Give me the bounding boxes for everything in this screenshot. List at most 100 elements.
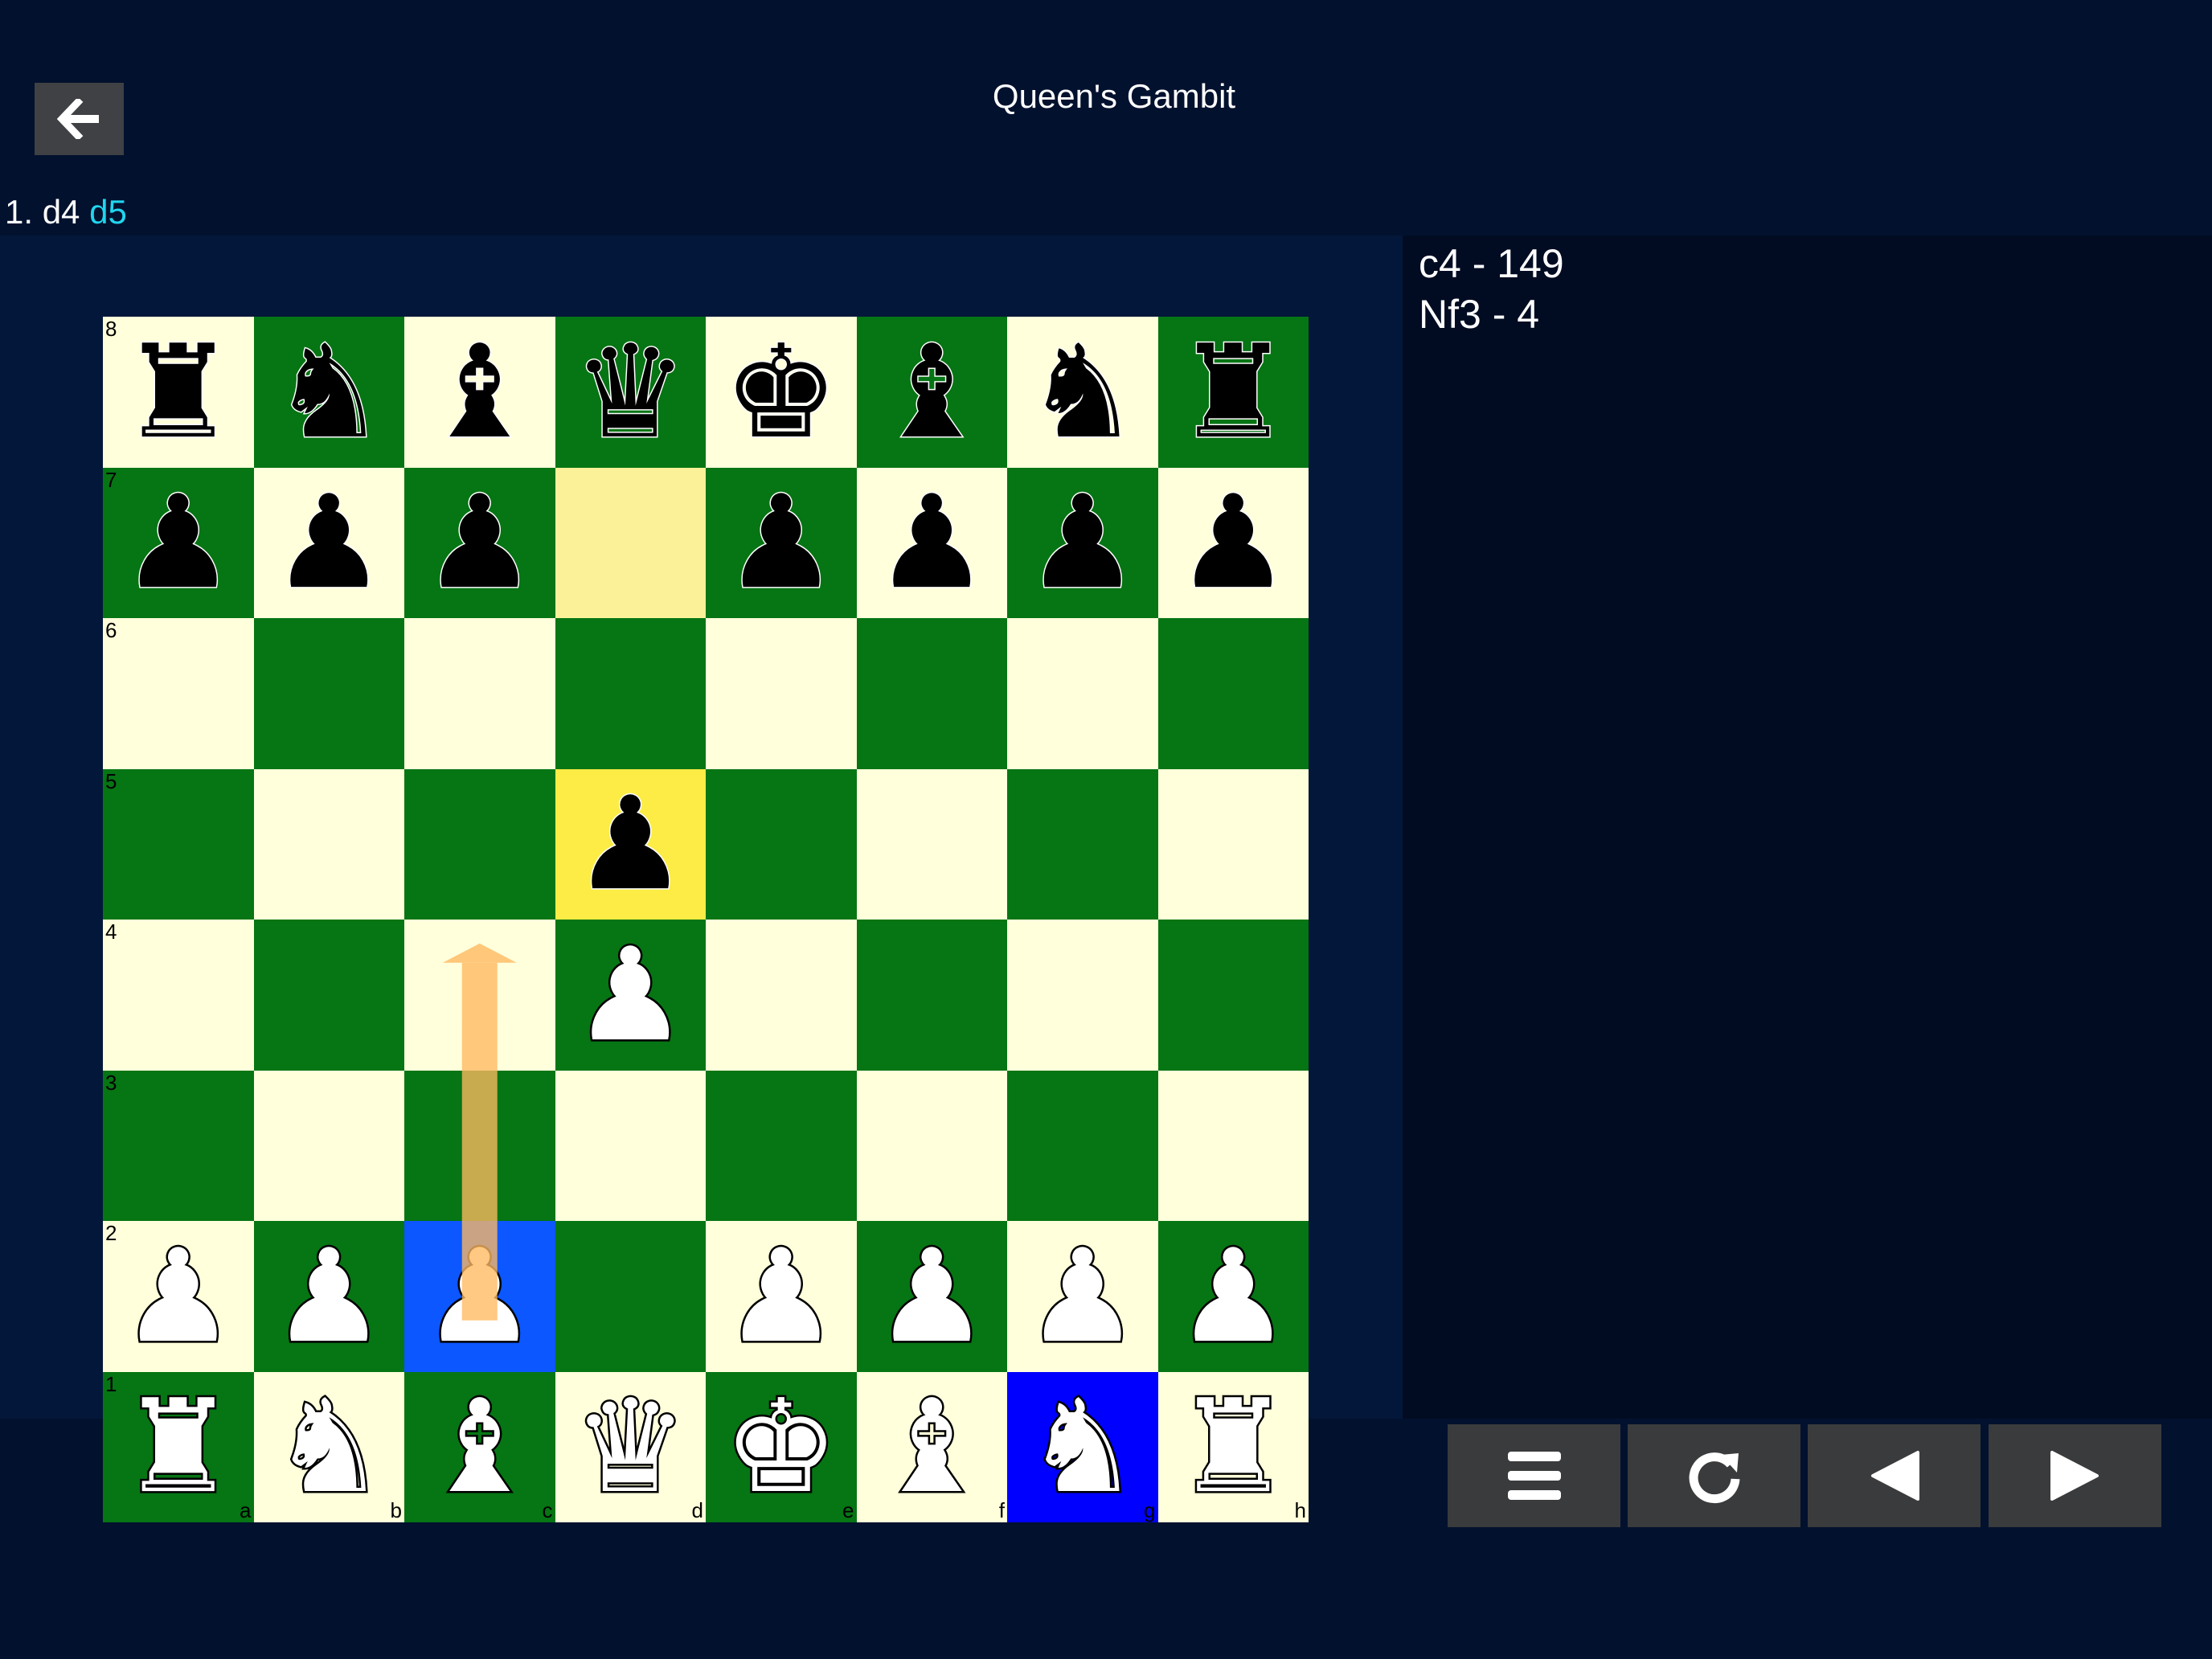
square-c4[interactable]: [404, 920, 555, 1071]
white-pawn-icon[interactable]: ♟: [1007, 1221, 1158, 1372]
black-bishop-icon[interactable]: ♝: [857, 317, 1008, 468]
square-e5[interactable]: [706, 768, 857, 920]
white-queen-icon[interactable]: ♛: [555, 1372, 707, 1523]
black-pawn-icon[interactable]: ♟: [1007, 468, 1158, 619]
square-f1[interactable]: f ♝: [856, 1371, 1008, 1523]
suggestion-item[interactable]: c4 - 149: [1419, 239, 1564, 289]
black-pawn-icon[interactable]: ♟: [1158, 468, 1309, 619]
square-a5[interactable]: 5: [103, 768, 254, 920]
black-pawn-icon[interactable]: ♟: [706, 468, 857, 619]
square-h5[interactable]: [1157, 768, 1309, 920]
square-b3[interactable]: [253, 1070, 404, 1221]
square-f2[interactable]: ♟: [856, 1221, 1008, 1372]
square-e4[interactable]: [706, 920, 857, 1071]
square-a1[interactable]: 1 a ♜: [103, 1371, 254, 1523]
square-e2[interactable]: ♟: [706, 1221, 857, 1372]
black-rook-icon[interactable]: ♜: [1158, 317, 1309, 468]
square-h4[interactable]: [1157, 920, 1309, 1071]
white-pawn-icon[interactable]: ♟: [706, 1221, 857, 1372]
square-g4[interactable]: [1007, 920, 1158, 1071]
white-knight-icon[interactable]: ♞: [1007, 1372, 1158, 1523]
square-d4[interactable]: ♟: [555, 920, 707, 1071]
black-king-icon[interactable]: ♚: [706, 317, 857, 468]
square-b2[interactable]: ♟: [253, 1221, 405, 1372]
square-c6[interactable]: [404, 618, 555, 769]
black-rook-icon[interactable]: ♜: [103, 317, 254, 468]
square-g1[interactable]: g ♞: [1007, 1371, 1158, 1523]
white-bishop-icon[interactable]: ♝: [404, 1372, 555, 1523]
square-b1[interactable]: b ♞: [253, 1371, 405, 1523]
square-d1[interactable]: d ♛: [555, 1371, 707, 1523]
square-c1[interactable]: c ♝: [404, 1371, 555, 1523]
square-c3[interactable]: [404, 1070, 555, 1221]
square-d3[interactable]: [555, 1070, 706, 1221]
white-pawn-icon[interactable]: ♟: [103, 1221, 254, 1372]
square-h7[interactable]: ♟: [1157, 467, 1309, 619]
white-pawn-icon[interactable]: ♟: [1158, 1221, 1309, 1372]
square-c7[interactable]: ♟: [404, 467, 555, 619]
square-f3[interactable]: [856, 1070, 1007, 1221]
white-rook-icon[interactable]: ♜: [1158, 1372, 1309, 1523]
white-bishop-icon[interactable]: ♝: [857, 1372, 1008, 1523]
black-bishop-icon[interactable]: ♝: [404, 317, 555, 468]
square-d8[interactable]: ♛: [555, 317, 707, 468]
black-queen-icon[interactable]: ♛: [555, 317, 707, 468]
square-g5[interactable]: [1007, 768, 1158, 920]
square-e8[interactable]: ♚: [706, 317, 857, 468]
square-g6[interactable]: [1007, 618, 1158, 769]
white-pawn-icon[interactable]: ♟: [404, 1221, 555, 1372]
move-white[interactable]: d4: [43, 193, 80, 231]
square-f4[interactable]: [856, 920, 1007, 1071]
square-c2[interactable]: ♟: [404, 1221, 555, 1372]
square-d6[interactable]: [555, 618, 706, 769]
square-f8[interactable]: ♝: [856, 317, 1008, 468]
square-h8[interactable]: ♜: [1157, 317, 1309, 468]
white-pawn-icon[interactable]: ♟: [555, 920, 707, 1071]
square-h6[interactable]: [1157, 618, 1309, 769]
square-a7[interactable]: 7 ♟: [103, 467, 254, 619]
black-pawn-icon[interactable]: ♟: [404, 468, 555, 619]
black-pawn-icon[interactable]: ♟: [555, 769, 707, 920]
square-c5[interactable]: [404, 768, 555, 920]
black-knight-icon[interactable]: ♞: [1007, 317, 1158, 468]
square-g7[interactable]: ♟: [1007, 467, 1158, 619]
next-move-button[interactable]: [1989, 1424, 2161, 1527]
square-b7[interactable]: ♟: [253, 467, 404, 618]
square-g3[interactable]: [1007, 1070, 1158, 1221]
square-b5[interactable]: [253, 768, 404, 920]
square-a4[interactable]: 4: [103, 920, 254, 1071]
black-pawn-icon[interactable]: ♟: [857, 468, 1008, 619]
square-c8[interactable]: ♝: [404, 317, 555, 468]
square-d2[interactable]: [555, 1221, 706, 1372]
square-f7[interactable]: ♟: [856, 467, 1008, 619]
square-f6[interactable]: [856, 618, 1007, 769]
white-rook-icon[interactable]: ♜: [103, 1372, 254, 1523]
white-knight-icon[interactable]: ♞: [254, 1372, 405, 1523]
square-a3[interactable]: 3: [103, 1070, 254, 1221]
white-pawn-icon[interactable]: ♟: [254, 1221, 405, 1372]
square-a2[interactable]: 2 ♟: [103, 1221, 254, 1372]
menu-button[interactable]: [1448, 1424, 1620, 1527]
black-knight-icon[interactable]: ♞: [254, 317, 405, 468]
square-d7[interactable]: [555, 467, 706, 618]
previous-move-button[interactable]: [1808, 1424, 1981, 1527]
square-h3[interactable]: [1157, 1070, 1309, 1221]
black-pawn-icon[interactable]: ♟: [103, 468, 254, 619]
square-h1[interactable]: h ♜: [1157, 1371, 1309, 1523]
white-king-icon[interactable]: ♚: [706, 1372, 857, 1523]
square-f5[interactable]: [856, 768, 1007, 920]
square-e7[interactable]: ♟: [706, 467, 857, 619]
reset-button[interactable]: [1628, 1424, 1800, 1527]
move-black-current[interactable]: d5: [89, 193, 127, 231]
square-b4[interactable]: [253, 920, 404, 1071]
square-g2[interactable]: ♟: [1007, 1221, 1158, 1372]
square-a6[interactable]: 6: [103, 618, 254, 769]
square-h2[interactable]: ♟: [1157, 1221, 1309, 1372]
square-b6[interactable]: [253, 618, 404, 769]
white-pawn-icon[interactable]: ♟: [857, 1221, 1008, 1372]
suggestion-item[interactable]: Nf3 - 4: [1419, 289, 1564, 340]
square-e6[interactable]: [706, 618, 857, 769]
square-d5[interactable]: ♟: [555, 768, 707, 920]
square-e1[interactable]: e ♚: [706, 1371, 857, 1523]
square-e3[interactable]: [706, 1070, 857, 1221]
